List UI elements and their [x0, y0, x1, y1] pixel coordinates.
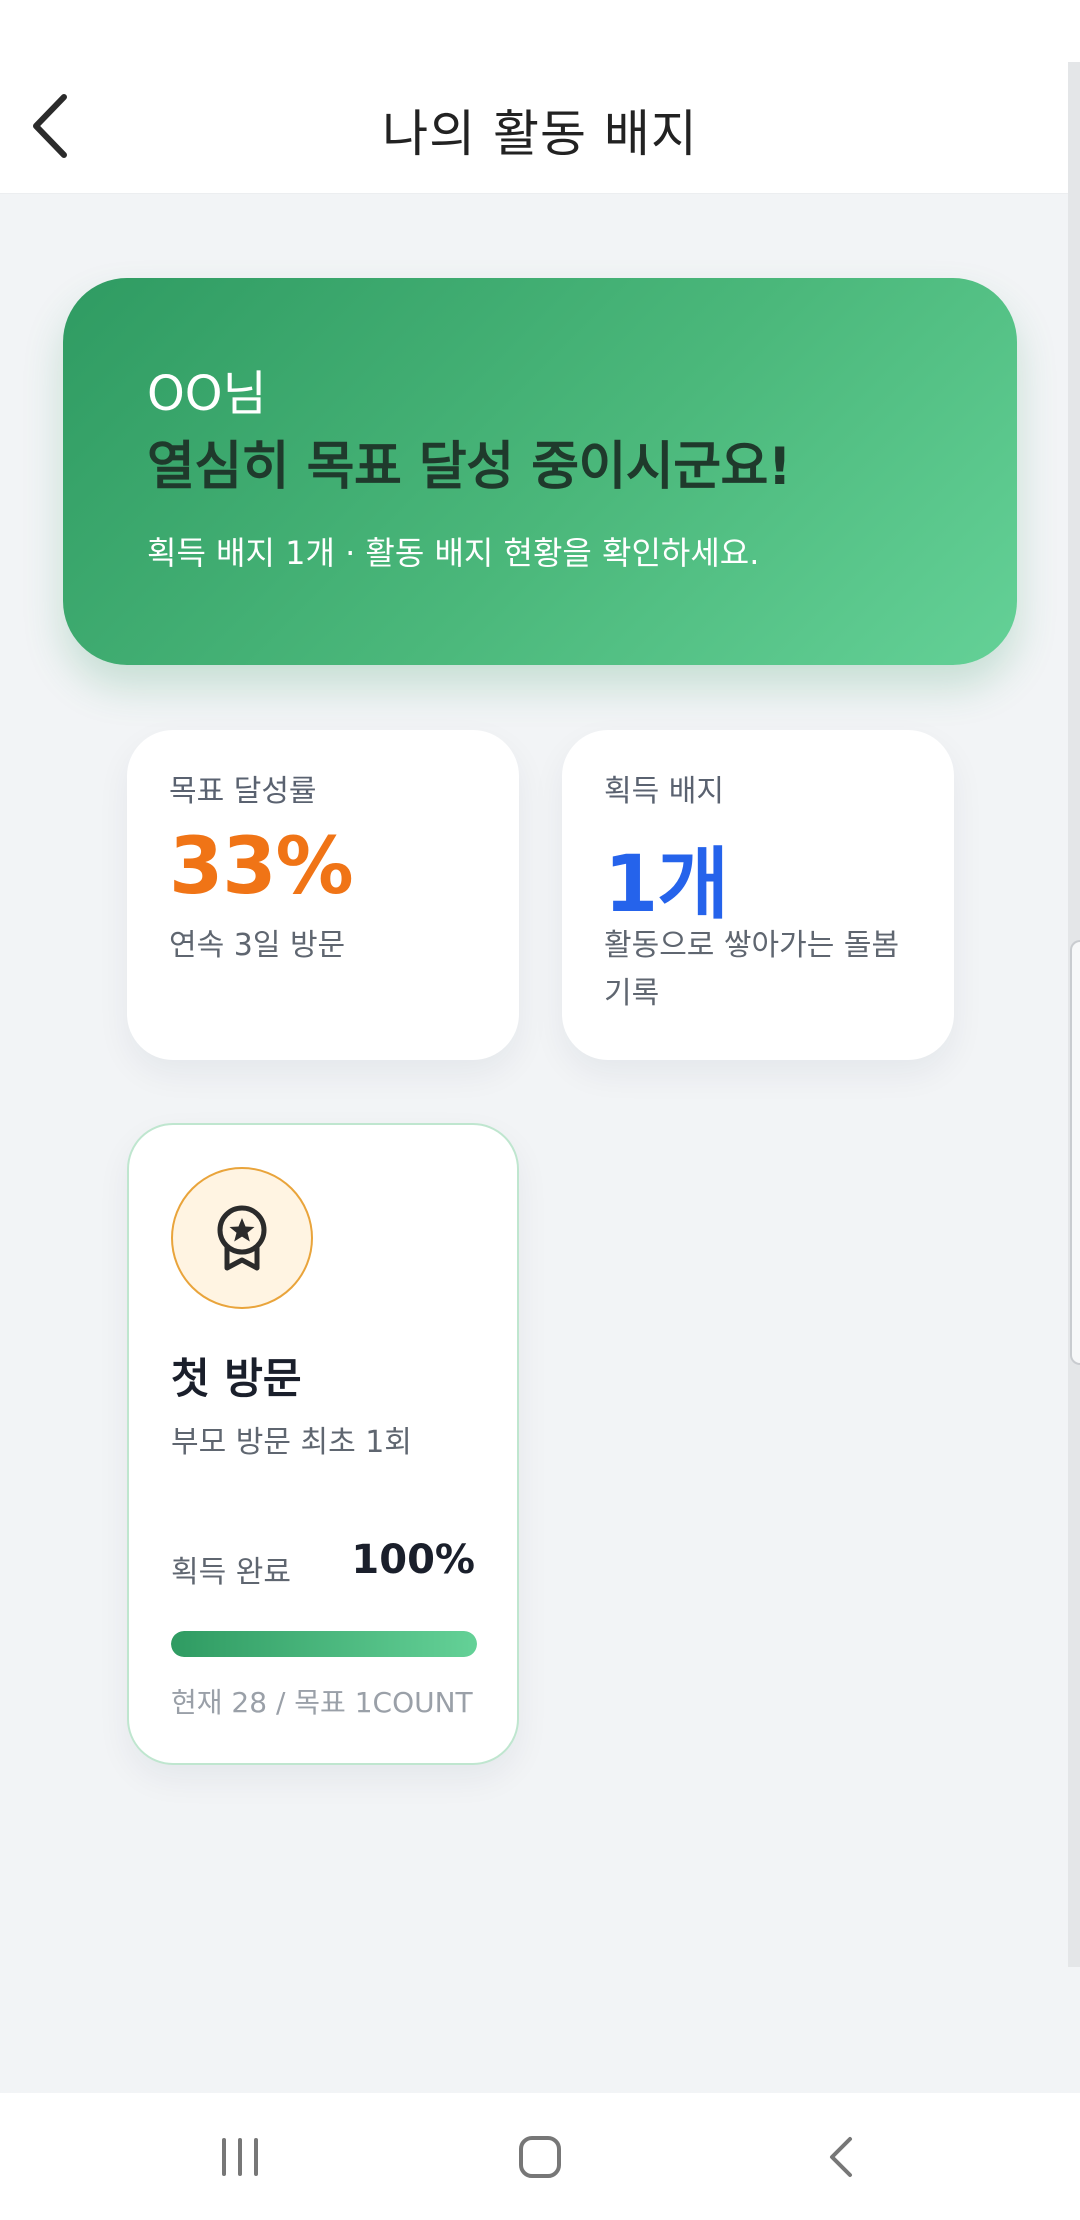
edge-panel-handle[interactable]: [1070, 940, 1080, 1365]
system-navigation-bar: [0, 2093, 1080, 2220]
hero-user-name: OO님: [147, 366, 267, 422]
recent-apps-icon: [222, 2137, 258, 2176]
stat-label: 획득 배지: [604, 774, 724, 809]
badge-description: 부모 방문 최초 1회: [171, 1425, 412, 1460]
badge-icon-circle: [171, 1167, 313, 1309]
hero-title: 열심히 목표 달성 중이시군요!: [147, 437, 792, 497]
page-title: 나의 활동 배지: [382, 105, 698, 163]
stat-description: 활동으로 쌓아가는 돌봄 기록: [604, 928, 900, 1011]
stat-label: 목표 달성률: [169, 774, 317, 809]
stat-value: 33%: [169, 822, 354, 912]
hero-banner: OO님 열심히 목표 달성 중이시군요! 획득 배지 1개 · 활동 배지 현황…: [63, 278, 1017, 665]
badge-percent: 100%: [351, 1537, 475, 1583]
home-icon: [519, 2135, 561, 2178]
stat-value: 1개: [604, 840, 729, 930]
status-bar-area: [0, 0, 1080, 60]
progress-fill: [171, 1631, 477, 1657]
stat-card-achievement-rate: 목표 달성률 33% 연속 3일 방문: [127, 730, 519, 1060]
hero-subtitle: 획득 배지 1개 · 활동 배지 현황을 확인하세요.: [147, 534, 760, 572]
award-ribbon-icon: [217, 1205, 267, 1271]
stat-description: 연속 3일 방문: [169, 928, 346, 963]
badge-progress-caption: 현재 28 / 목표 1COUNT: [171, 1686, 473, 1719]
badge-title: 첫 방문: [171, 1354, 302, 1403]
stat-card-badges-earned: 획득 배지 1개 활동으로 쌓아가는 돌봄 기록: [562, 730, 954, 1060]
badge-card-first-visit[interactable]: 첫 방문 부모 방문 최초 1회 획득 완료 100% 현재 28 / 목표 1…: [127, 1123, 519, 1765]
app-header: 나의 활동 배지: [0, 60, 1080, 194]
badge-status: 획득 완료: [171, 1555, 291, 1590]
back-icon: [830, 2136, 852, 2177]
system-back-button[interactable]: [780, 2107, 900, 2207]
recent-apps-button[interactable]: [180, 2107, 300, 2207]
progress-bar: [171, 1631, 477, 1657]
home-button[interactable]: [480, 2107, 600, 2207]
